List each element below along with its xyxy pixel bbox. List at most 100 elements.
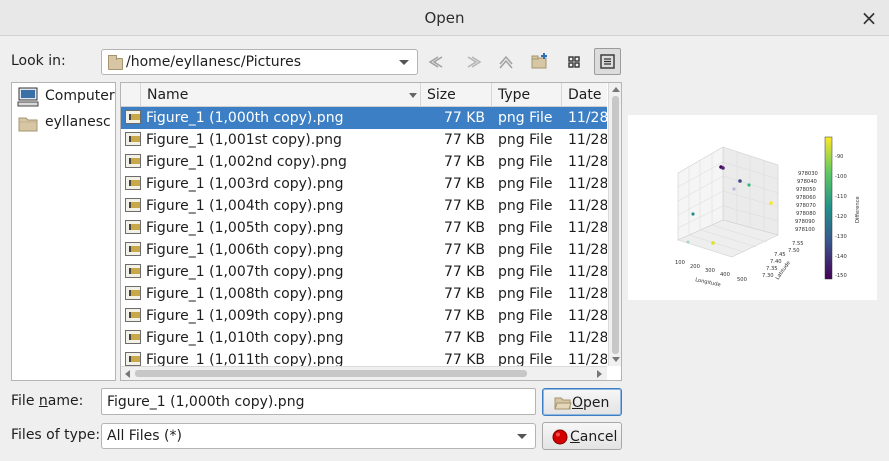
file-name-label: File name: [11, 393, 84, 409]
file-date-cell: 11/28 [568, 308, 607, 324]
file-name-cell: Figure_1 (1,002nd copy).png [146, 154, 347, 170]
table-row[interactable]: Figure_1 (1,000th copy).png 77 KB png File… [121, 107, 607, 129]
table-row[interactable]: Figure_1 (1,001st copy).png 77 KB png File… [121, 129, 607, 151]
file-name-value: Figure_1 (1,000th copy).png [107, 394, 305, 410]
scroll-up-icon[interactable] [612, 87, 620, 92]
file-name-cell: Figure_1 (1,010th copy).png [146, 330, 344, 346]
table-row[interactable]: Figure_1 (1,005th copy).png 77 KB png File… [121, 217, 607, 239]
file-name-cell: Figure_1 (1,004th copy).png [146, 198, 344, 214]
colorbar-tick-label: -100 [835, 174, 847, 180]
file-type-cell: png File [498, 220, 553, 236]
file-date-cell: 11/28 [568, 264, 607, 280]
colorbar-tick-label: -120 [835, 214, 847, 220]
colorbar-tick-label: -90 [835, 154, 843, 160]
y-tick-label: 7.45 [774, 252, 786, 258]
files-of-type-combo[interactable]: All Files (*) [101, 423, 536, 449]
image-file-icon [125, 198, 141, 212]
y-tick-label: 7.55 [792, 241, 804, 247]
open-button[interactable]: Open [542, 388, 622, 416]
z-tick-label: 978080 [796, 211, 816, 217]
colorbar-tick-label: -140 [835, 254, 847, 260]
column-type-header[interactable]: Type [492, 83, 562, 107]
image-file-icon [125, 330, 141, 344]
title-bar: Open × [0, 0, 889, 36]
file-type-cell: png File [498, 176, 553, 192]
image-file-icon [125, 286, 141, 300]
back-icon[interactable] [425, 49, 451, 75]
sidebar-item-computer[interactable]: Computer [12, 84, 115, 110]
z-tick-label: 978090 [795, 219, 815, 225]
look-in-path: /home/eyllanesc/Pictures [126, 54, 302, 70]
z-tick-label: 978040 [797, 179, 817, 185]
horizontal-scrollbar[interactable] [121, 366, 607, 380]
horizontal-scroll-thumb[interactable] [135, 370, 527, 377]
image-file-icon [125, 242, 141, 256]
look-in-label: Look in: [11, 53, 66, 69]
colorbar-tick-label: -130 [835, 234, 847, 240]
file-date-cell: 11/28 [568, 154, 607, 170]
vertical-scrollbar[interactable] [608, 83, 621, 366]
scroll-left-icon[interactable] [125, 370, 130, 378]
image-file-icon [125, 352, 141, 366]
file-type-cell: png File [498, 154, 553, 170]
detail-view-icon[interactable] [594, 48, 621, 75]
chevron-down-icon [399, 60, 409, 65]
x-tick-label: 100 [675, 260, 685, 266]
y-tick-label: 7.35 [766, 266, 778, 272]
file-size-cell: 77 KB [443, 110, 485, 126]
column-size-header[interactable]: Size [421, 83, 492, 107]
file-name-field[interactable]: Figure_1 (1,000th copy).png [101, 388, 536, 415]
table-row[interactable]: Figure_1 (1,002nd copy).png 77 KB png File… [121, 151, 607, 173]
sort-arrow-icon [409, 93, 417, 98]
scroll-down-icon[interactable] [612, 357, 620, 362]
file-type-cell: png File [498, 132, 553, 148]
y-tick-label: 7.30 [762, 273, 774, 279]
open-label: Open [572, 395, 610, 411]
look-in-combo[interactable]: /home/eyllanesc/Pictures [101, 49, 418, 75]
x-axis-label: Longitude [695, 277, 721, 288]
file-name-cell: Figure_1 (1,007th copy).png [146, 264, 344, 280]
file-size-cell: 77 KB [443, 220, 485, 236]
sidebar-item-eyllanesc[interactable]: eyllanesc [12, 110, 115, 136]
image-file-icon [125, 220, 141, 234]
scroll-right-icon[interactable] [597, 370, 602, 378]
table-row[interactable]: Figure_1 (1,008th copy).png 77 KB png File… [121, 283, 607, 305]
files-of-type-label: Files of type: [11, 427, 101, 443]
table-row[interactable]: Figure_1 (1,010th copy).png 77 KB png File… [121, 327, 607, 349]
folder-icon [18, 117, 38, 132]
table-row[interactable]: Figure_1 (1,007th copy).png 77 KB png File… [121, 261, 607, 283]
forward-icon[interactable] [459, 49, 485, 75]
table-row[interactable]: Figure_1 (1,009th copy).png 77 KB png File… [121, 305, 607, 327]
colorbar [824, 136, 833, 280]
file-name-cell: Figure_1 (1,001st copy).png [146, 132, 342, 148]
colorbar-tick-label: -110 [835, 194, 847, 200]
file-list[interactable]: Name Size Type Date M Figure_1 (1,000th … [120, 82, 622, 381]
file-size-cell: 77 KB [443, 198, 485, 214]
vertical-scroll-thumb[interactable] [612, 96, 619, 354]
file-date-cell: 11/28 [568, 242, 607, 258]
file-type-cell: png File [498, 286, 553, 302]
cancel-button[interactable]: Cancel [542, 422, 622, 450]
table-row[interactable]: Figure_1 (1,003rd copy).png 77 KB png File… [121, 173, 607, 195]
chevron-down-icon [517, 434, 527, 439]
table-row[interactable]: Figure_1 (1,006th copy).png 77 KB png File… [121, 239, 607, 261]
close-icon[interactable]: × [859, 8, 879, 28]
file-type-cell: png File [498, 330, 553, 346]
image-preview: 978030 978040 978050 978060 978070 97808… [628, 115, 877, 300]
z-tick-label: 978030 [798, 171, 818, 177]
y-tick-label: 7.50 [788, 248, 800, 254]
colorbar-label: Difference [855, 196, 861, 223]
file-type-cell: png File [498, 242, 553, 258]
file-type-cell: png File [498, 198, 553, 214]
new-folder-icon[interactable] [527, 49, 553, 75]
image-file-icon [125, 176, 141, 190]
column-header: Name Size Type Date M [121, 83, 607, 107]
icon-view-icon[interactable] [561, 49, 587, 75]
file-date-cell: 11/28 [568, 110, 607, 126]
parent-dir-icon[interactable] [493, 49, 519, 75]
file-name-cell: Figure_1 (1,009th copy).png [146, 308, 344, 324]
table-row[interactable]: Figure_1 (1,004th copy).png 77 KB png File… [121, 195, 607, 217]
column-name-header[interactable]: Name [141, 83, 421, 107]
column-date-header[interactable]: Date M [562, 83, 607, 107]
y-tick-label: 7.40 [770, 259, 782, 265]
